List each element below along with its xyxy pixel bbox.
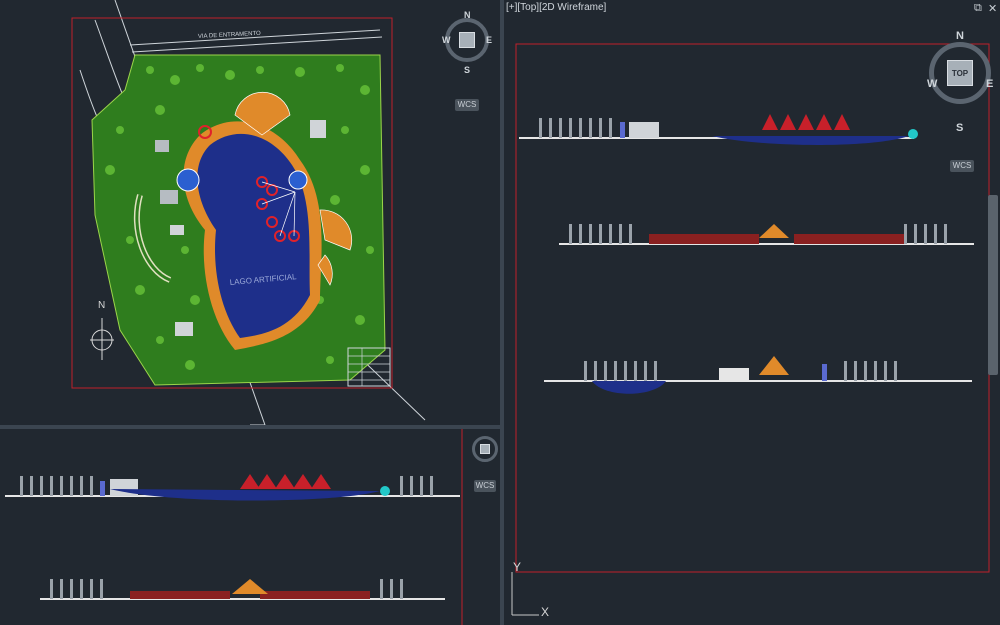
plan-wcs-menu[interactable]: WCS [455, 99, 479, 111]
plan-cube-south[interactable]: S [464, 65, 470, 75]
main-cube-west[interactable]: W [927, 78, 937, 90]
plan-view-cube[interactable]: N W E S [440, 10, 495, 90]
plan-cube-east[interactable]: E [486, 35, 492, 45]
main-view-cube-top[interactable]: TOP [947, 60, 973, 86]
plan-viewport[interactable]: LAGO ARTIFICIAL N VIA DE ENTRAMENTO N W … [0, 0, 500, 425]
main-viewport[interactable]: [+][Top][2D Wireframe] ⧉ ✕ TOP N W E S W… [504, 0, 1000, 625]
plan-cube-west[interactable]: W [442, 35, 451, 45]
plan-cube-north[interactable]: N [464, 10, 471, 20]
elevations-drawing-small [5, 429, 463, 625]
elevations-view-cube-face[interactable] [480, 444, 490, 454]
plan-view-cube-face[interactable] [459, 32, 475, 48]
main-wcs-menu[interactable]: WCS [950, 160, 974, 172]
ucs-x-label: X [541, 605, 550, 619]
main-cube-east[interactable]: E [986, 78, 993, 90]
elevations-viewport[interactable]: WCS [0, 429, 500, 625]
main-cube-north[interactable]: N [956, 30, 964, 42]
main-viewport-scroll-handle[interactable] [988, 195, 998, 375]
main-cube-south[interactable]: S [956, 122, 963, 134]
north-label: N [98, 300, 105, 311]
ucs-y-label: Y [513, 560, 522, 574]
main-view-cube[interactable]: TOP N W E S [924, 28, 996, 143]
site-plan-drawing: LAGO ARTIFICIAL N VIA DE ENTRAMENTO [71, 0, 426, 425]
elevations-view-cube[interactable] [470, 434, 500, 474]
elevations-wcs-menu[interactable]: WCS [474, 480, 496, 492]
